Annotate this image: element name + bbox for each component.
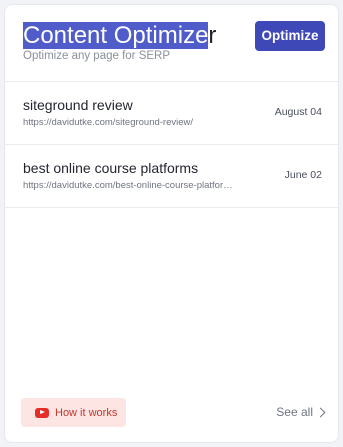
item-url: https://davidutke.com/siteground-review/	[23, 117, 194, 128]
title-selected-text: Content Optimize	[23, 22, 209, 49]
see-all-label: See all	[276, 405, 313, 419]
youtube-icon	[35, 407, 49, 418]
list-item[interactable]: best online course platforms https://dav…	[5, 145, 338, 208]
see-all-link[interactable]: See all	[276, 405, 326, 419]
item-keyword[interactable]: best online course platforms	[23, 160, 198, 176]
page-title: Content Optimizer	[23, 21, 216, 51]
optimize-button[interactable]: Optimize	[255, 21, 325, 51]
card-header: Content Optimizer Optimize any page for …	[5, 5, 338, 82]
list-item[interactable]: siteground review https://davidutke.com/…	[5, 82, 338, 145]
chevron-right-icon	[315, 407, 326, 417]
item-url: https://davidutke.com/best-online-course…	[23, 180, 235, 191]
item-keyword[interactable]: siteground review	[23, 97, 133, 113]
title-rest-text: r	[208, 22, 217, 49]
how-it-works-button[interactable]: How it works	[21, 398, 126, 427]
item-date: June 02	[284, 169, 322, 181]
item-date: August 04	[274, 106, 322, 118]
how-it-works-label: How it works	[55, 406, 118, 419]
page-subtitle: Optimize any page for SERP	[23, 50, 171, 62]
content-optimizer-card: Content Optimizer Optimize any page for …	[4, 4, 339, 443]
